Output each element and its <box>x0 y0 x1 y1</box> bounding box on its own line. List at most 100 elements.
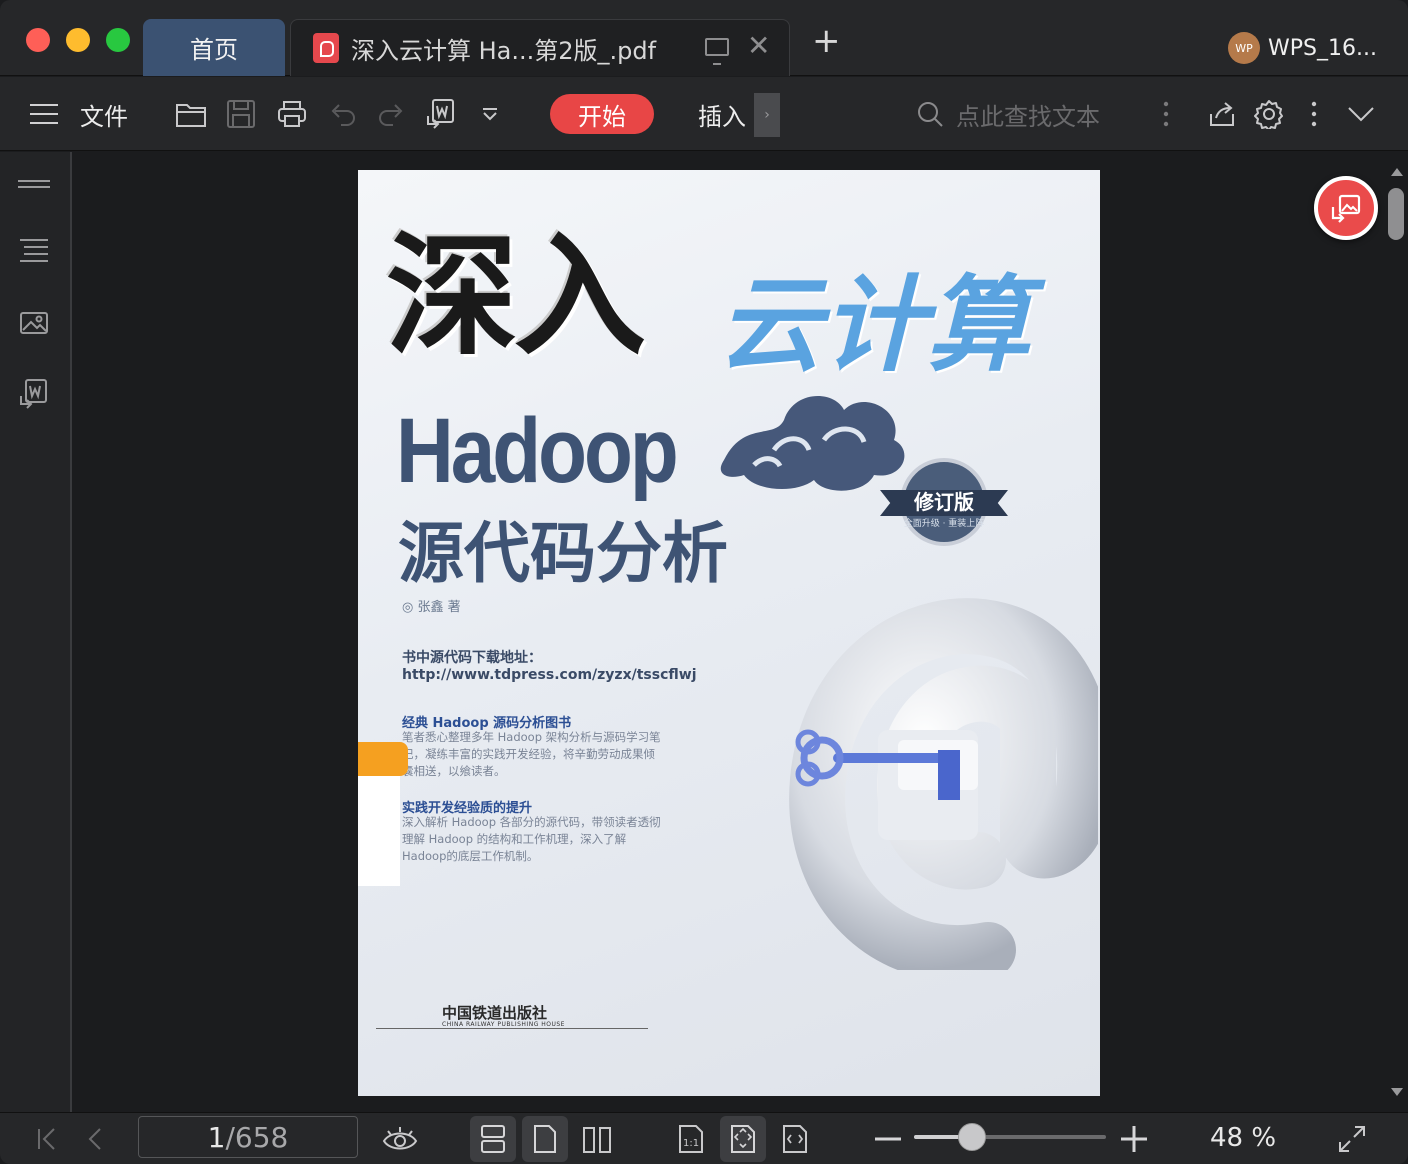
more-menu-button[interactable] <box>1302 77 1326 151</box>
toolbar: 文件 插入 <box>0 77 1408 151</box>
chevron-left-icon <box>88 1128 101 1150</box>
dropdown-icon <box>483 108 497 121</box>
export-word-icon <box>427 99 454 129</box>
svg-text:1:1: 1:1 <box>683 1138 699 1149</box>
menu-button[interactable] <box>28 77 60 151</box>
user-name: WPS_16... <box>1268 35 1377 61</box>
tab-document[interactable]: 深入云计算 Ha...第2版_.pdf ✕ <box>290 19 790 76</box>
toolbar-dropdown-button[interactable] <box>476 77 504 151</box>
previous-page-button[interactable] <box>80 1113 110 1164</box>
fullscreen-button[interactable] <box>1330 1113 1374 1164</box>
close-window-button[interactable] <box>26 28 50 52</box>
continuous-page-icon <box>481 1125 505 1153</box>
download-label: 书中源代码下载地址： <box>402 650 542 666</box>
undo-button[interactable] <box>326 77 360 151</box>
minus-icon <box>875 1137 901 1141</box>
collapse-toolbar-button[interactable] <box>1342 77 1380 151</box>
cover-rule <box>376 1028 648 1029</box>
pdf-to-word-icon <box>20 379 47 409</box>
fullscreen-icon <box>1339 1126 1365 1152</box>
two-page-view-button[interactable] <box>574 1113 620 1164</box>
cover-title-black: 深入 <box>386 219 646 374</box>
more-vertical-icon <box>1311 101 1317 127</box>
close-tab-icon[interactable]: ✕ <box>747 32 770 60</box>
page-tab-orange <box>358 742 408 776</box>
collapse-icon <box>1348 107 1374 122</box>
cover-title-blue: 云计算 <box>718 263 1031 386</box>
pdf-page: 深入 云计算 Hadoop 源代码分析 修订版 全面升级 · 重装上阵 ◎ 张鑫… <box>358 170 1100 1096</box>
floating-convert-button[interactable] <box>1314 176 1378 240</box>
badge-small-text: 全面升级 · 重装上阵 <box>903 519 985 529</box>
revision-badge: 修订版 全面升级 · 重装上阵 <box>880 458 1008 548</box>
convert-image-icon <box>1331 194 1361 223</box>
new-tab-button[interactable]: + <box>812 24 841 58</box>
share-icon <box>1210 102 1234 126</box>
scroll-down-icon[interactable] <box>1391 1088 1403 1096</box>
redo-button[interactable] <box>374 77 408 151</box>
share-button[interactable] <box>1204 77 1240 151</box>
first-page-button[interactable] <box>30 1113 64 1164</box>
cover-author: ◎ 张鑫 著 <box>402 600 461 615</box>
export-word-button[interactable] <box>422 77 460 151</box>
monitor-icon[interactable] <box>705 38 729 65</box>
single-page-view-button[interactable] <box>522 1116 568 1162</box>
file-menu-button[interactable]: 文件 <box>72 77 136 151</box>
tab-home[interactable]: 首页 <box>143 19 285 76</box>
search-icon <box>918 102 943 127</box>
first-page-icon <box>38 1128 55 1150</box>
zoom-slider-thumb[interactable] <box>957 1123 986 1151</box>
user-account[interactable]: WP WPS_16... <box>1228 32 1377 64</box>
sidebar-pdf-to-word[interactable] <box>14 374 54 414</box>
title-bar: 首页 深入云计算 Ha...第2版_.pdf ✕ + WP WPS_16... <box>0 0 1408 76</box>
scroll-thumb[interactable] <box>1388 188 1404 240</box>
redo-icon <box>379 104 403 126</box>
file-menu-label: 文件 <box>80 102 128 131</box>
tab-start[interactable]: 开始 <box>550 94 654 134</box>
minimize-window-button[interactable] <box>66 28 90 52</box>
cover-publisher-en: CHINA RAILWAY PUBLISHING HOUSE <box>442 1021 565 1028</box>
thumbnail-icon <box>18 180 50 188</box>
at-symbol-ring <box>789 598 1098 970</box>
download-url: http://www.tdpress.com/zyzx/tsscflwj <box>402 667 697 683</box>
sidebar-thumbnails[interactable] <box>14 164 54 204</box>
print-icon <box>278 101 306 127</box>
sidebar-outline[interactable] <box>14 230 54 270</box>
eye-protection-button[interactable] <box>378 1113 422 1164</box>
vertical-scrollbar[interactable] <box>1386 152 1408 1112</box>
tab-insert[interactable]: 插入 <box>690 77 754 151</box>
scroll-up-icon[interactable] <box>1391 168 1403 176</box>
settings-button[interactable] <box>1250 77 1288 151</box>
zoom-level[interactable]: 48 % <box>1200 1112 1286 1164</box>
zoom-window-button[interactable] <box>106 28 130 52</box>
more-options-button[interactable] <box>1154 77 1178 151</box>
eye-icon <box>382 1127 418 1150</box>
page-number-field[interactable]: 1/658 <box>138 1116 358 1158</box>
save-button[interactable] <box>222 77 260 151</box>
left-sidebar <box>0 152 72 1112</box>
open-button[interactable] <box>172 77 210 151</box>
print-button[interactable] <box>273 77 311 151</box>
cover-section1-body: 笔者悉心整理多年 Hadoop 架构分析与源码学习笔记，凝练丰富的实践开发经验，… <box>402 730 661 778</box>
avatar: WP <box>1228 32 1260 64</box>
zoom-in-button[interactable] <box>1116 1113 1152 1164</box>
cover-section2-body: 深入解析 Hadoop 各部分的源代码，带领读者透彻理解 Hadoop 的结构和… <box>402 815 661 863</box>
search-field[interactable]: 点此查找文本 <box>916 94 1146 134</box>
two-page-icon <box>583 1127 611 1153</box>
actual-size-button[interactable]: 1:1 <box>668 1113 714 1164</box>
sidebar-images[interactable] <box>14 302 54 342</box>
fit-width-button[interactable] <box>772 1113 818 1164</box>
actual-size-icon: 1:1 <box>679 1125 703 1153</box>
continuous-view-button[interactable] <box>470 1116 516 1162</box>
save-icon <box>227 100 255 128</box>
fit-width-icon <box>783 1125 807 1153</box>
toolbar-scroll-right[interactable]: › <box>754 93 780 137</box>
zoom-out-button[interactable] <box>870 1113 906 1164</box>
pdf-file-icon <box>313 33 339 63</box>
cover-subtitle: 源代码分析 <box>398 515 728 592</box>
tab-home-label: 首页 <box>190 36 238 64</box>
tab-start-label: 开始 <box>578 102 626 131</box>
fit-page-button[interactable] <box>720 1116 766 1162</box>
zoom-slider[interactable] <box>914 1123 1106 1151</box>
cover-download: 书中源代码下载地址： http://www.tdpress.com/zyzx/t… <box>402 650 697 684</box>
undo-icon <box>331 104 355 126</box>
